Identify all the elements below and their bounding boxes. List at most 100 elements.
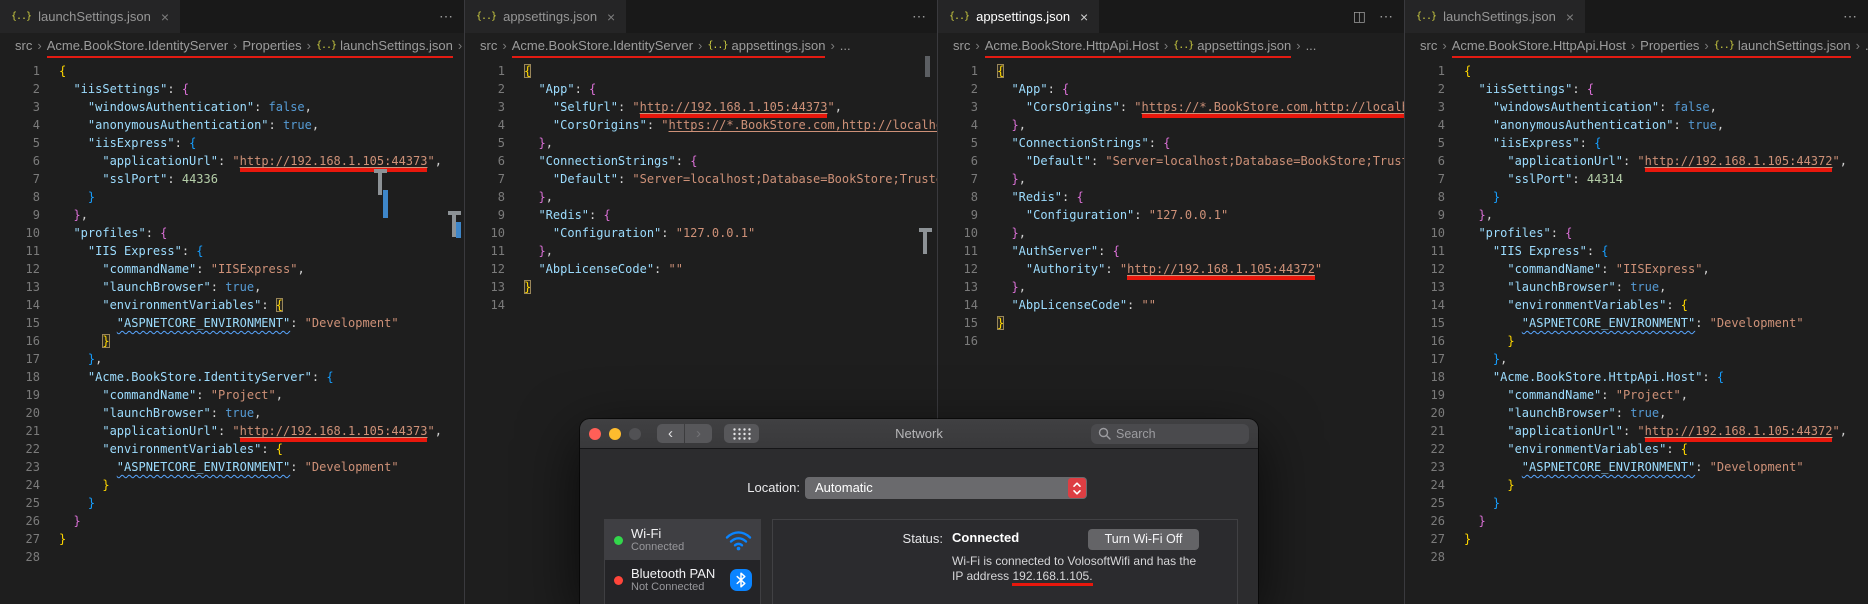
breadcrumb-item[interactable]: Acme.BookStore.IdentityServer [512,36,693,56]
code-line: 1{ [0,62,464,80]
tab-bar: {..} launchSettings.json × ⋯ [1405,0,1868,33]
breadcrumb-item[interactable]: {..} launchSettings.json [1714,36,1851,56]
breadcrumb-separator: › [1442,38,1447,53]
line-number: 25 [1430,496,1445,510]
line-number: 28 [1430,550,1445,564]
close-icon[interactable]: × [607,9,615,25]
close-icon[interactable]: × [1080,9,1088,25]
line-number: 10 [963,226,978,240]
code-line: 6 "ConnectionStrings": { [465,152,937,170]
breadcrumb-item[interactable]: Properties [1640,36,1699,56]
more-actions-icon[interactable]: ⋯ [439,8,453,25]
zoom-window-button[interactable] [629,427,641,440]
code-line: 18 "Acme.BookStore.IdentityServer": { [0,368,464,386]
breadcrumb[interactable]: src › Acme.BookStore.IdentityServer › Proper… [0,33,464,58]
line-number: 1 [1437,64,1445,78]
scrollbar-thumb[interactable] [925,56,930,77]
line-number: 28 [25,550,40,564]
breadcrumb-item[interactable]: Properties [242,36,301,56]
line-number: 24 [25,478,40,492]
line-number: 3 [1437,100,1445,114]
code-line: 1{ [1405,62,1868,80]
json-icon: {..} [11,11,32,22]
code-line: 2 "App": { [938,80,1404,98]
line-number: 7 [497,172,505,186]
close-window-button[interactable] [589,427,601,440]
breadcrumb-item[interactable]: src [1420,36,1437,56]
line-number: 9 [1437,208,1445,222]
editor-tab[interactable]: {..} appsettings.json × [938,0,1101,33]
breadcrumb-item[interactable]: {..} appsettings.json [1173,36,1291,56]
nav-buttons: ‹ › [657,424,712,443]
more-actions-icon[interactable]: ⋯ [1379,8,1393,25]
back-button[interactable]: ‹ [657,424,684,443]
code-line: 4 }, [938,116,1404,134]
code-line: 10 "profiles": { [1405,224,1868,242]
line-number: 13 [25,280,40,294]
breadcrumb-item[interactable]: src [15,36,32,56]
forward-button[interactable]: › [685,424,712,443]
json-icon: {..} [1173,40,1194,51]
code-editor[interactable]: 1{2 "App": {3 "SelfUrl": "http://192.168… [465,58,937,314]
status-description: Wi-Fi is connected to VolosoftWifi and h… [952,554,1197,583]
line-number: 14 [25,298,40,312]
line-number: 12 [1430,262,1445,276]
search-input[interactable]: Search [1091,423,1249,444]
overview-ruler-mark [919,228,932,254]
line-number: 20 [1430,406,1445,420]
line-number: 9 [497,208,505,222]
search-placeholder: Search [1116,426,1156,441]
network-window: ‹ › Network Search Location: Automatic W… [580,419,1258,604]
code-line: 26 } [0,512,464,530]
breadcrumb-item[interactable]: Acme.BookStore.IdentityServer [47,36,228,56]
line-number: 12 [490,262,505,276]
service-item-bluetooth-pan[interactable]: Bluetooth PAN Not Connected [605,560,760,600]
code-line: 10 "Configuration": "127.0.0.1" [465,224,937,242]
minimize-window-button[interactable] [609,427,621,440]
breadcrumb[interactable]: src › Acme.BookStore.IdentityServer › {..} ap… [465,33,937,58]
line-number: 2 [1437,82,1445,96]
breadcrumb-item[interactable]: {..} launchSettings.json [316,36,453,56]
split-editor-icon[interactable]: ◫ [1353,8,1366,25]
overview-ruler-mark [383,190,388,218]
line-number: 27 [1430,532,1445,546]
close-icon[interactable]: × [161,9,169,25]
breadcrumb-item[interactable]: {..} appsettings.json [707,36,825,56]
code-editor[interactable]: 1{2 "App": {3 "CorsOrigins": "https://*.… [938,58,1404,350]
code-editor[interactable]: 1{2 "iisSettings": {3 "windowsAuthentica… [1405,58,1868,566]
editor-tab[interactable]: {..} launchSettings.json × [1405,0,1587,33]
breadcrumb[interactable]: src › Acme.BookStore.HttpApi.Host › {..} apps… [938,33,1404,58]
editor-tab[interactable]: {..} launchSettings.json × [0,0,182,33]
service-item-wifi[interactable]: Wi-Fi Connected [605,520,760,560]
line-number: 9 [970,208,978,222]
show-all-button[interactable] [724,424,759,443]
close-icon[interactable]: × [1566,9,1574,25]
line-number: 23 [1430,460,1445,474]
code-editor[interactable]: 1{2 "iisSettings": {3 "windowsAuthentica… [0,58,464,566]
network-window-body: Location: Automatic Wi-Fi Connected Blue… [580,449,1258,604]
code-line: 9 "Configuration": "127.0.0.1" [938,206,1404,224]
line-number: 10 [490,226,505,240]
breadcrumb-item: ... [1305,38,1317,53]
code-line: 11 "AuthServer": { [938,242,1404,260]
editor-tab[interactable]: {..} appsettings.json × [465,0,628,33]
breadcrumb-item[interactable]: Acme.BookStore.HttpApi.Host [1452,36,1626,56]
code-line: 5 }, [465,134,937,152]
location-dropdown[interactable]: Automatic [805,477,1087,499]
turn-wifi-off-button[interactable]: Turn Wi-Fi Off [1088,529,1199,550]
code-line: 6 "Default": "Server=localhost;Database=… [938,152,1404,170]
line-number: 14 [963,298,978,312]
json-icon: {..} [707,40,728,51]
code-line: 16 } [1405,332,1868,350]
line-number: 14 [490,298,505,312]
more-actions-icon[interactable]: ⋯ [1843,8,1857,25]
breadcrumb-separator: › [37,38,42,53]
more-actions-icon[interactable]: ⋯ [912,8,926,25]
code-line: 14 "environmentVariables": { [1405,296,1868,314]
code-line: 23 "ASPNETCORE_ENVIRONMENT": "Developmen… [0,458,464,476]
breadcrumb[interactable]: src › Acme.BookStore.HttpApi.Host › Properti… [1405,33,1868,58]
breadcrumb-item[interactable]: src [953,36,970,56]
breadcrumb-separator: › [693,36,707,56]
breadcrumb-item[interactable]: src [480,36,497,56]
breadcrumb-item[interactable]: Acme.BookStore.HttpApi.Host [985,36,1159,56]
